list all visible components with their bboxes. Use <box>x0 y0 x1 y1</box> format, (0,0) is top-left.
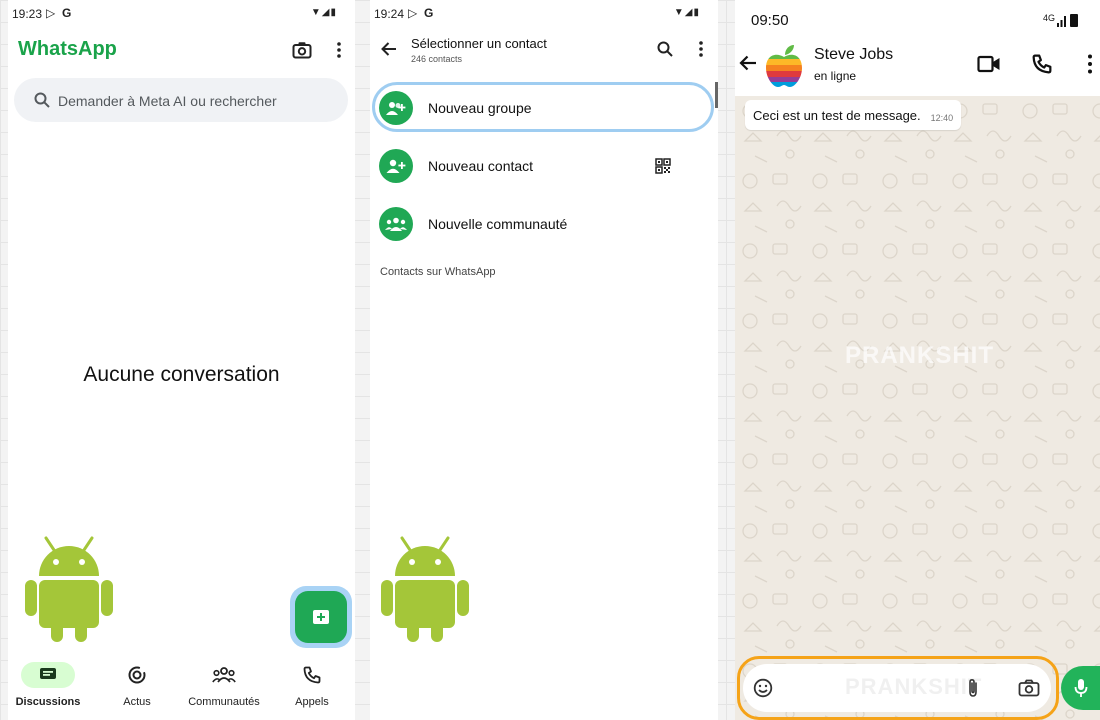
network-type: 4G <box>1043 13 1056 23</box>
new-community-icon <box>379 207 413 241</box>
back-arrow-icon[interactable] <box>378 38 400 60</box>
nav-label: Actus <box>123 696 151 708</box>
phone-icon <box>269 660 355 690</box>
nav-label: Appels <box>295 696 329 708</box>
status-bar: 19:24 ▷ G ▼◢▮ <box>370 0 718 26</box>
header-subtitle: 246 contacts <box>411 54 463 64</box>
search-placeholder: Demander à Meta AI ou rechercher <box>58 93 277 109</box>
back-arrow-icon[interactable] <box>737 52 759 74</box>
status-icons: ▼◢▮ <box>673 7 700 18</box>
contact-avatar[interactable] <box>763 44 805 88</box>
status-time: 19:23 <box>12 7 43 21</box>
row-label: Nouvelle communauté <box>428 216 568 232</box>
signal-battery-icon <box>1057 13 1083 27</box>
row-label: Nouveau contact <box>428 158 534 174</box>
chat-wallpaper <box>735 96 1100 720</box>
camera-icon[interactable] <box>290 38 314 62</box>
chat-header: 09:50 PRANKSHIT 4G Steve Jobs en ligne <box>735 0 1100 96</box>
nav-discussions[interactable]: Discussions <box>8 660 91 708</box>
new-community-row[interactable]: Nouvelle communauté <box>370 199 718 249</box>
new-contact-row[interactable]: Nouveau contact <box>370 141 718 191</box>
emoji-icon[interactable] <box>751 676 775 700</box>
search-bar[interactable]: Demander à Meta AI ou rechercher <box>14 78 348 122</box>
select-contact-screen: 19:24 ▷ G ▼◢▮ Sélectionner un contact 24… <box>370 0 718 720</box>
nav-communautes[interactable]: Communautés <box>181 660 267 708</box>
status-icons: ▼◢▮ <box>310 7 337 18</box>
mic-button[interactable] <box>1061 666 1100 710</box>
video-call-icon[interactable] <box>975 52 1003 76</box>
new-chat-button[interactable] <box>295 591 347 643</box>
section-header: Contacts sur WhatsApp <box>380 266 496 278</box>
status-icon <box>94 660 180 690</box>
play-store-icon: ▷ <box>46 6 56 20</box>
more-options-icon[interactable] <box>330 38 348 62</box>
new-group-highlight <box>372 82 714 132</box>
more-options-icon[interactable] <box>1083 52 1097 76</box>
app-title: WhatsApp <box>18 38 117 60</box>
bottom-navigation: Discussions Actus Communautés Appels <box>8 660 355 720</box>
camera-icon[interactable] <box>1017 676 1041 700</box>
presence-status: en ligne <box>814 69 857 83</box>
android-logo-icon <box>381 536 469 642</box>
more-options-icon[interactable] <box>692 38 710 60</box>
android-logo-icon <box>25 536 113 642</box>
new-chat-icon <box>313 610 329 624</box>
nav-label: Discussions <box>15 696 81 708</box>
nav-actus[interactable]: Actus <box>94 660 180 708</box>
google-icon: G <box>62 6 72 20</box>
google-icon: G <box>424 6 434 20</box>
mic-icon <box>1074 679 1088 697</box>
chats-screen: 19:23 ▷ G ▼◢▮ WhatsApp Demander à Meta A… <box>8 0 355 720</box>
message-time: 12:40 <box>930 113 954 123</box>
header-title: Sélectionner un contact <box>411 36 547 51</box>
attach-icon[interactable] <box>963 676 983 700</box>
communities-icon <box>181 660 267 690</box>
watermark: PRANKSHIT <box>845 342 995 369</box>
play-store-icon: ▷ <box>408 6 418 20</box>
chat-icon <box>21 662 75 688</box>
new-contact-icon <box>379 149 413 183</box>
nav-appels[interactable]: Appels <box>269 660 355 708</box>
watermark: PRANKSHIT <box>845 10 995 37</box>
search-icon[interactable] <box>654 38 676 60</box>
contact-name[interactable]: Steve Jobs <box>814 46 893 64</box>
message-text: Ceci est un test de message. <box>753 107 921 123</box>
status-bar: 19:23 ▷ G ▼◢▮ <box>8 0 355 26</box>
status-time: 09:50 <box>751 12 789 29</box>
search-icon <box>32 90 52 110</box>
empty-state-text: Aucune conversation <box>83 363 280 386</box>
voice-call-icon[interactable] <box>1029 52 1055 76</box>
status-time: 19:24 <box>374 7 405 21</box>
message-bubble[interactable]: Ceci est un test de message. 12:40 <box>745 100 962 130</box>
chat-screen: 09:50 PRANKSHIT 4G Steve Jobs en ligne C… <box>735 0 1100 720</box>
watermark: PRANKSHIT <box>845 674 983 699</box>
qr-code-icon[interactable] <box>654 157 672 175</box>
message-input[interactable]: PRANKSHIT <box>743 664 1051 712</box>
nav-label: Communautés <box>188 696 260 708</box>
